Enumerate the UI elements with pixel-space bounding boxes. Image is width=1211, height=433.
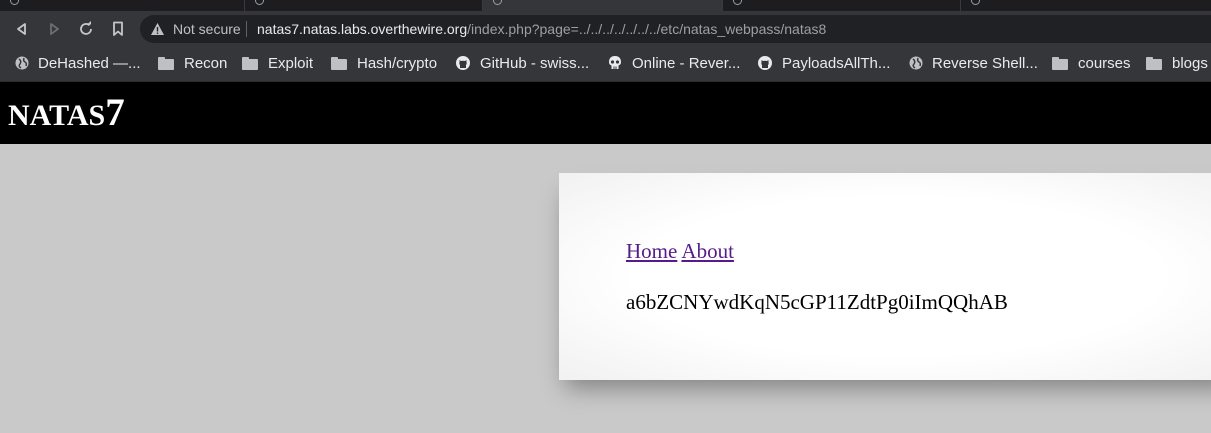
browser-toolbar: Not secure natas7.natas.labs.overthewire… bbox=[0, 11, 1211, 47]
bookmark-label: Reverse Shell... bbox=[932, 54, 1038, 72]
globe-icon bbox=[10, 0, 19, 5]
bookmark-label: PayloadsAllTh... bbox=[782, 54, 891, 72]
bookmark-label: DeHashed —... bbox=[38, 54, 141, 72]
about-link[interactable]: About bbox=[681, 239, 734, 263]
content-panel: Home About a6bZCNYwdKqN5cGP11ZdtPg0iImQQ… bbox=[559, 173, 1211, 380]
bookmark-item[interactable]: PayloadsAllTh... bbox=[757, 53, 890, 73]
bookmark-folder[interactable]: Exploit bbox=[242, 53, 313, 73]
page-title: NATAS7 bbox=[8, 90, 125, 135]
home-link[interactable]: Home bbox=[626, 239, 677, 263]
url-host: natas7.natas.labs.overthewire.org bbox=[257, 21, 468, 37]
url-path: /index.php?page=../../../../../../../etc… bbox=[467, 21, 827, 37]
bookmarks-bar: DeHashed —... Recon Exploit Hash/crypto … bbox=[0, 47, 1211, 82]
url-text[interactable]: natas7.natas.labs.overthewire.org/index.… bbox=[257, 21, 826, 37]
bookmark-label: Recon bbox=[184, 54, 228, 72]
tab[interactable] bbox=[961, 0, 1211, 11]
address-bar[interactable]: Not secure natas7.natas.labs.overthewire… bbox=[140, 15, 1211, 43]
bookmark-label: blogs bbox=[1172, 54, 1208, 72]
nav-links: Home About bbox=[626, 239, 734, 264]
folder-icon bbox=[1146, 56, 1162, 70]
reload-button[interactable] bbox=[76, 19, 96, 39]
bookmark-label: Online - Rever... bbox=[632, 54, 741, 72]
folder-icon bbox=[242, 56, 258, 70]
tab[interactable] bbox=[0, 0, 245, 11]
back-button[interactable] bbox=[12, 19, 32, 39]
bookmark-item[interactable]: Online - Rever... bbox=[607, 53, 740, 73]
globe-icon bbox=[255, 0, 264, 5]
tab[interactable] bbox=[245, 0, 483, 11]
folder-icon bbox=[158, 56, 174, 70]
bookmark-folder[interactable]: courses bbox=[1052, 53, 1131, 73]
bookmark-item[interactable]: DeHashed —... bbox=[14, 53, 141, 73]
bookmark-label: courses bbox=[1078, 54, 1131, 72]
bookmark-item[interactable]: GitHub - swiss... bbox=[455, 53, 589, 73]
tab-strip bbox=[0, 0, 1211, 11]
content-inner bbox=[559, 173, 1211, 380]
globe-icon bbox=[971, 0, 980, 5]
security-status[interactable]: Not secure bbox=[173, 21, 241, 37]
warning-icon bbox=[151, 23, 164, 35]
page-header: NATAS7 bbox=[0, 82, 1211, 144]
bookmark-label: Exploit bbox=[268, 54, 314, 72]
globe-icon bbox=[15, 56, 29, 70]
forward-arrow-icon bbox=[50, 23, 59, 35]
page-title-prefix: NATAS bbox=[8, 99, 106, 132]
github-icon bbox=[456, 56, 470, 70]
bookmark-folder[interactable]: Hash/crypto bbox=[331, 53, 437, 73]
skull-icon bbox=[609, 56, 621, 69]
page-title-number: 7 bbox=[105, 91, 125, 134]
bookmark-label: Hash/crypto bbox=[357, 54, 438, 72]
bookmark-button[interactable] bbox=[108, 19, 128, 39]
divider bbox=[246, 21, 247, 37]
globe-icon bbox=[909, 56, 923, 70]
tab-active[interactable] bbox=[483, 0, 723, 11]
github-icon bbox=[758, 56, 772, 70]
tab[interactable] bbox=[723, 0, 961, 11]
bookmark-label: GitHub - swiss... bbox=[480, 54, 590, 72]
forward-button[interactable] bbox=[44, 19, 64, 39]
back-arrow-icon bbox=[17, 23, 26, 35]
password-text: a6bZCNYwdKqN5cGP11ZdtPg0iImQQhAB bbox=[626, 290, 1008, 314]
bookmark-folder[interactable]: blogs bbox=[1146, 53, 1208, 73]
folder-icon bbox=[1052, 56, 1068, 70]
folder-icon bbox=[331, 56, 347, 70]
bookmark-folder[interactable]: Recon bbox=[158, 53, 227, 73]
globe-icon bbox=[733, 0, 742, 5]
globe-icon bbox=[493, 0, 502, 5]
bookmark-item[interactable]: Reverse Shell... bbox=[908, 53, 1038, 73]
reload-icon bbox=[80, 21, 92, 35]
bookmark-icon bbox=[113, 21, 123, 36]
